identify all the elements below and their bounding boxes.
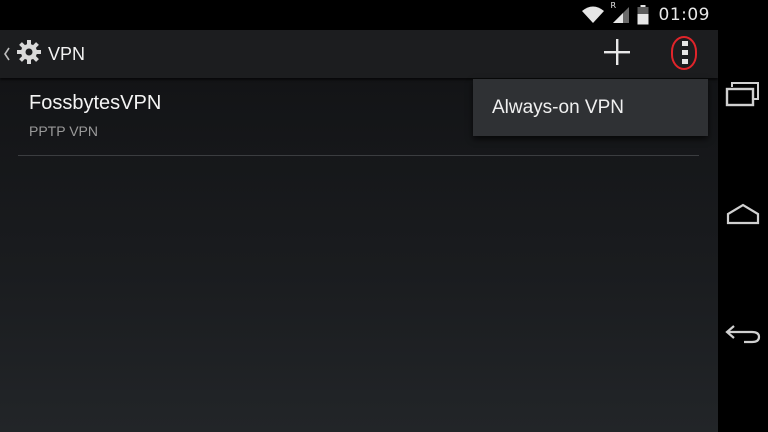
vpn-profile-type: PPTP VPN [29, 123, 98, 139]
page-title: VPN [48, 43, 86, 64]
settings-gear-icon [16, 39, 42, 69]
red-circle-annotation [671, 36, 697, 70]
add-icon [602, 37, 632, 71]
home-button[interactable] [718, 186, 768, 246]
battery-icon [637, 5, 649, 25]
home-icon [725, 203, 761, 229]
action-bar: VPN [0, 30, 718, 78]
overflow-menu-button[interactable] [668, 34, 702, 74]
menu-item-always-on-vpn[interactable]: Always-on VPN [473, 79, 708, 136]
vpn-settings-screen: VPN FossbytesVPN PPTP VPN Always-on VPN [0, 30, 718, 432]
wifi-icon [581, 5, 605, 25]
recent-apps-button[interactable] [718, 66, 768, 126]
add-vpn-button[interactable] [596, 34, 638, 74]
status-icons: R 01:09 [581, 0, 711, 30]
recent-apps-icon [725, 81, 761, 111]
cell-signal-icon: R [611, 1, 631, 25]
navigation-bar [718, 0, 768, 432]
roaming-indicator: R [610, 1, 617, 10]
up-navigation-button[interactable]: VPN [0, 30, 85, 78]
back-button[interactable] [718, 306, 768, 366]
overflow-popup-menu: Always-on VPN [473, 79, 708, 136]
back-icon [724, 323, 762, 349]
status-clock: 01:09 [658, 5, 710, 25]
vpn-profile-name: FossbytesVPN [29, 92, 162, 114]
back-caret-icon [2, 30, 12, 78]
status-bar: R 01:09 [0, 0, 718, 30]
